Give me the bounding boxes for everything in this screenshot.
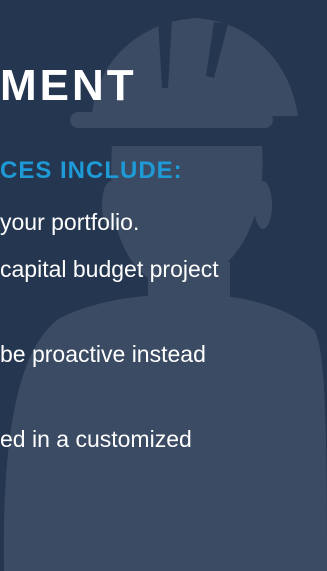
text-panel: MENT CES INCLUDE: your portfolio. capita… xyxy=(0,0,327,571)
list-item: your portfolio. xyxy=(0,209,140,235)
list-item: ed in a customized xyxy=(0,426,192,452)
page-title: MENT xyxy=(0,61,137,110)
list-item: be proactive instead xyxy=(0,341,206,367)
services-subtitle: CES INCLUDE: xyxy=(0,157,183,184)
list-item: capital budget project xyxy=(0,256,219,282)
